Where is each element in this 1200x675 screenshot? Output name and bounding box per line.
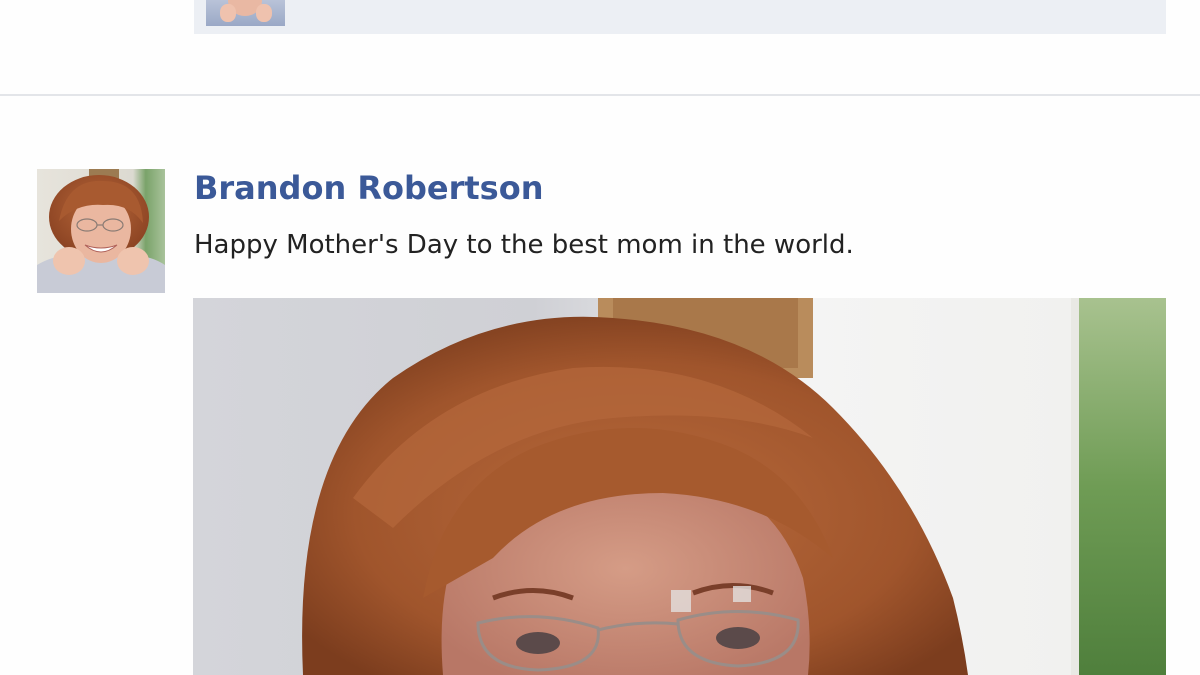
post-photo[interactable] xyxy=(193,298,1166,675)
author-name-link[interactable]: Brandon Robertson xyxy=(194,168,543,208)
news-feed: Brandon Robertson Happy Mother's Day to … xyxy=(0,0,1200,675)
author-avatar[interactable] xyxy=(37,169,165,293)
previous-feed-story xyxy=(0,0,1200,95)
previous-story-attachment[interactable] xyxy=(194,0,1166,34)
feed-story: Brandon Robertson Happy Mother's Day to … xyxy=(0,96,1200,675)
post-message: Happy Mother's Day to the best mom in th… xyxy=(194,230,854,260)
previous-story-thumbnail[interactable] xyxy=(206,0,285,26)
